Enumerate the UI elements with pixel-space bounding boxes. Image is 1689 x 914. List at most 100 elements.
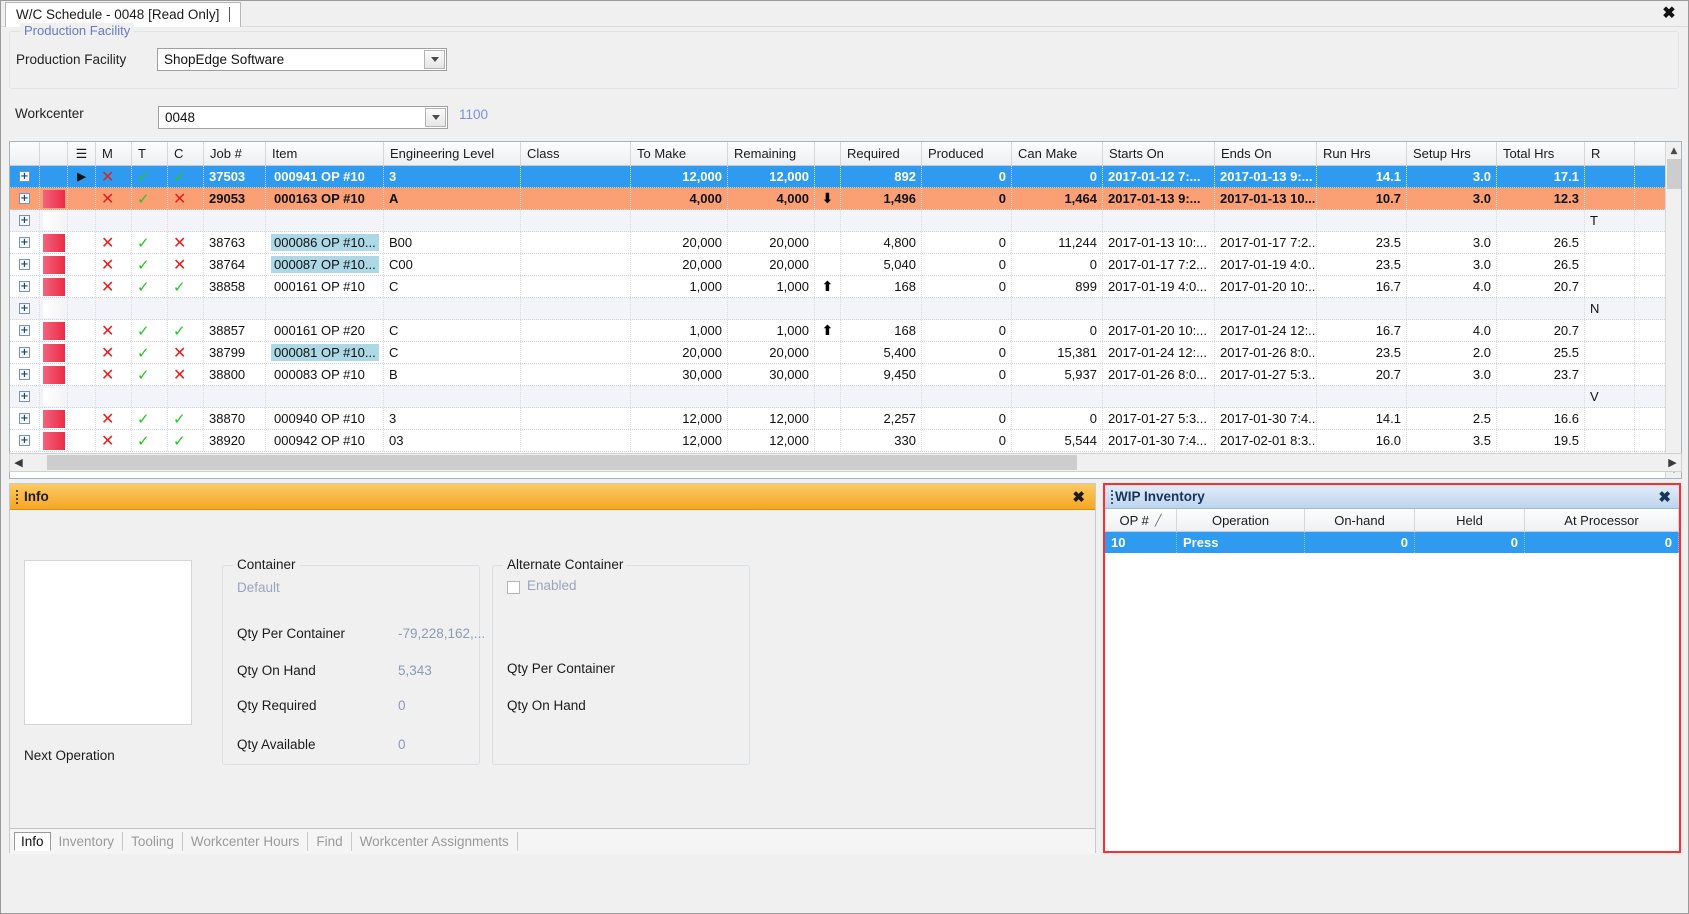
grid-column-header-end[interactable]: Ends On xyxy=(1215,142,1317,165)
alternate-container-enabled-checkbox[interactable] xyxy=(507,581,520,594)
table-row[interactable]: + V xyxy=(10,386,1681,408)
table-row[interactable]: + ✕ ✓ ✕ 38764 000087 OP #10... C00 20,000 20,000… xyxy=(10,254,1681,276)
table-row[interactable]: + N xyxy=(10,298,1681,320)
wip-column-header-operation[interactable]: Operation xyxy=(1177,509,1305,531)
row-expander[interactable]: + xyxy=(10,364,40,385)
row-expander[interactable]: + xyxy=(10,430,40,451)
close-icon[interactable]: ✖ xyxy=(1658,3,1680,25)
scroll-left-icon[interactable]: ◀ xyxy=(10,454,27,471)
grid-column-header-c[interactable]: C xyxy=(168,142,204,165)
grid-column-header-m[interactable]: M xyxy=(96,142,132,165)
grid-column-header-prod[interactable]: Produced xyxy=(922,142,1012,165)
plus-icon[interactable]: + xyxy=(19,193,30,204)
table-row[interactable]: + ✕ ✓ ✓ 38920 000942 OP #10 03 12,000 12,000 330 0… xyxy=(10,430,1681,452)
row-expander[interactable]: + xyxy=(10,386,40,407)
grid-column-header-ptr[interactable]: ☰ xyxy=(68,142,96,165)
row-expander[interactable]: + xyxy=(10,254,40,275)
grip-icon[interactable] xyxy=(10,484,20,509)
wip-column-header-held[interactable]: Held xyxy=(1415,509,1525,531)
tab-find[interactable]: Find xyxy=(308,832,352,851)
grid-column-header-run[interactable]: Run Hrs xyxy=(1317,142,1407,165)
wip-column-header-at-processor[interactable]: At Processor xyxy=(1525,509,1679,531)
table-row[interactable]: + ✕ ✓ ✓ 38857 000161 OP #20 C 1,000 1,000 ⬆ 168 0 0 2… xyxy=(10,320,1681,342)
schedule-grid[interactable]: ☰ M T C Job # Item Engineering Level Class To Ma… xyxy=(9,141,1682,479)
tab-workcenter-assignments[interactable]: Workcenter Assignments xyxy=(352,832,518,851)
grid-column-header-tot[interactable]: Total Hrs xyxy=(1497,142,1585,165)
grid-column-header-exp[interactable] xyxy=(10,142,40,165)
grid-column-header-make[interactable]: To Make xyxy=(631,142,728,165)
table-row[interactable]: + ✕ ✓ ✕ 38799 000081 OP #10... C 20,000 20,000 5,… xyxy=(10,342,1681,364)
row-expander[interactable]: + xyxy=(10,320,40,341)
table-row[interactable]: + ▶ ✕ ✓ ✓ 37503 000941 OP #10 3 12,000 12,000 892 0… xyxy=(10,166,1681,188)
table-row[interactable]: + T xyxy=(10,210,1681,232)
workcenter-combobox[interactable]: 0048 xyxy=(158,106,448,129)
hscrollbar-thumb[interactable] xyxy=(47,455,1077,470)
grid-column-header-set[interactable]: Setup Hrs xyxy=(1407,142,1497,165)
grid-column-header-flag[interactable] xyxy=(815,142,841,165)
grip-icon[interactable] xyxy=(1105,485,1115,508)
plus-icon[interactable]: + xyxy=(19,325,30,336)
grid-column-header-sw[interactable] xyxy=(40,142,68,165)
schedule-grid-rows[interactable]: + ▶ ✕ ✓ ✓ 37503 000941 OP #10 3 12,000 12,000 892 0… xyxy=(10,166,1681,452)
plus-icon[interactable]: + xyxy=(19,215,30,226)
grid-column-header-req[interactable]: Required xyxy=(841,142,922,165)
plus-icon[interactable]: + xyxy=(19,369,30,380)
tab-info[interactable]: Info xyxy=(14,832,51,851)
grid-column-header-job[interactable]: Job # xyxy=(204,142,266,165)
grid-column-header-item[interactable]: Item xyxy=(266,142,384,165)
wip-panel-close-icon[interactable]: ✖ xyxy=(1658,488,1671,506)
plus-icon[interactable]: + xyxy=(19,171,30,182)
cell-end xyxy=(1215,298,1317,319)
plus-icon[interactable]: + xyxy=(19,413,30,424)
grid-column-header-start[interactable]: Starts On xyxy=(1103,142,1215,165)
wip-cell-op: 10 xyxy=(1105,532,1177,553)
scroll-right-icon[interactable]: ▶ xyxy=(1664,454,1681,471)
grid-column-header-eng[interactable]: Engineering Level xyxy=(384,142,521,165)
grid-column-header-r[interactable]: R xyxy=(1585,142,1635,165)
table-row[interactable]: + ✕ ✓ ✕ 29053 000163 OP #10 A 4,000 4,000 ⬇ 1,496 0… xyxy=(10,188,1681,210)
tab-workcenter-hours[interactable]: Workcenter Hours xyxy=(183,832,309,851)
wip-column-header-op-[interactable]: OP # ╱ xyxy=(1105,509,1177,531)
wip-column-header-on-hand[interactable]: On-hand xyxy=(1305,509,1415,531)
grid-column-header-rem[interactable]: Remaining xyxy=(728,142,815,165)
cell-tot: 26.5 xyxy=(1497,254,1585,275)
grid-vertical-scrollbar[interactable]: ▲ ▼ xyxy=(1665,142,1681,478)
production-facility-combobox[interactable]: ShopEdge Software xyxy=(157,48,447,71)
row-expander[interactable]: + xyxy=(10,166,40,187)
wip-grid-rows[interactable]: 10 Press 0 0 0 xyxy=(1105,532,1679,553)
row-expander[interactable]: + xyxy=(10,188,40,209)
flag-cell-c xyxy=(168,386,204,407)
row-expander[interactable]: + xyxy=(10,408,40,429)
grid-column-header-can[interactable]: Can Make xyxy=(1012,142,1103,165)
row-expander[interactable]: + xyxy=(10,298,40,319)
table-row[interactable]: + ✕ ✓ ✓ 38870 000940 OP #10 3 12,000 12,000 2,257… xyxy=(10,408,1681,430)
plus-icon[interactable]: + xyxy=(19,435,30,446)
cell-rem: 12,000 xyxy=(728,166,815,187)
table-row[interactable]: + ✕ ✓ ✕ 38800 000083 OP #10 B 30,000 30,000 9,450… xyxy=(10,364,1681,386)
plus-icon[interactable]: + xyxy=(19,237,30,248)
row-expander[interactable]: + xyxy=(10,276,40,297)
plus-icon[interactable]: + xyxy=(19,347,30,358)
table-row[interactable]: + ✕ ✓ ✓ 38858 000161 OP #10 C 1,000 1,000 ⬆ 168 0 89… xyxy=(10,276,1681,298)
scroll-up-icon[interactable]: ▲ xyxy=(1666,142,1681,159)
plus-icon[interactable]: + xyxy=(19,281,30,292)
tab-tooling[interactable]: Tooling xyxy=(123,832,183,851)
table-row[interactable]: + ✕ ✓ ✕ 38763 000086 OP #10... B00 20,000 20,000… xyxy=(10,232,1681,254)
row-expander[interactable]: + xyxy=(10,232,40,253)
info-panel-close-icon[interactable]: ✖ xyxy=(1072,488,1085,506)
scrollbar-thumb[interactable] xyxy=(1667,159,1681,189)
row-expander[interactable]: + xyxy=(10,210,40,231)
chevron-down-icon[interactable] xyxy=(424,50,445,69)
grid-horizontal-scrollbar[interactable]: ◀ ▶ xyxy=(9,453,1682,472)
grid-column-header-cls[interactable]: Class xyxy=(521,142,631,165)
plus-icon[interactable]: + xyxy=(19,391,30,402)
plus-icon[interactable]: + xyxy=(19,259,30,270)
tab-inventory[interactable]: Inventory xyxy=(51,832,124,851)
cell-can xyxy=(1012,386,1103,407)
grid-column-header-t[interactable]: T xyxy=(132,142,168,165)
wip-table-row[interactable]: 10 Press 0 0 0 xyxy=(1105,532,1679,553)
row-expander[interactable]: + xyxy=(10,342,40,363)
chevron-down-icon[interactable] xyxy=(425,108,446,127)
info-panel-tabs[interactable]: Info Inventory Tooling Workcenter Hours Find… xyxy=(10,828,1095,854)
plus-icon[interactable]: + xyxy=(19,303,30,314)
